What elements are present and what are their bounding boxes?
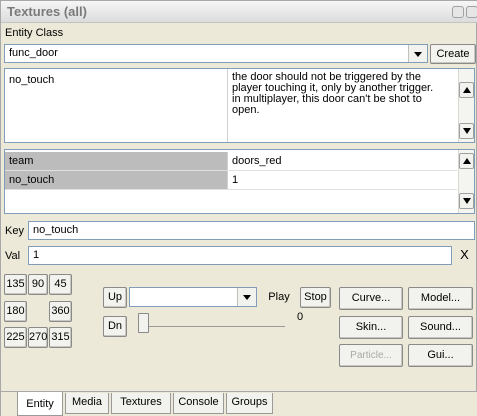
keyvalue-row[interactable]: team doors_red xyxy=(5,152,457,171)
tab-bar: Entity Media Textures Console Groups xyxy=(1,391,477,416)
keyvalue-key: team xyxy=(9,155,34,167)
up-button[interactable]: Up xyxy=(103,287,127,308)
clear-value-button[interactable]: X xyxy=(454,246,475,266)
spawnflag-name[interactable]: no_touch xyxy=(9,74,54,86)
entity-class-label: Entity Class xyxy=(5,27,64,39)
key-label: Key xyxy=(5,225,24,237)
tab-media[interactable]: Media xyxy=(65,393,109,414)
keyvalue-key-cell[interactable]: no_touch xyxy=(5,171,227,189)
spawnflags-list[interactable]: no_touch the door should not be triggere… xyxy=(4,68,475,143)
slider-thumb[interactable] xyxy=(138,313,149,333)
slider-track[interactable] xyxy=(149,326,285,327)
angle-180-button[interactable]: 180 xyxy=(4,301,27,322)
tab-console[interactable]: Console xyxy=(173,393,224,414)
scroll-up-button[interactable] xyxy=(459,153,474,169)
angle-135-button[interactable]: 135 xyxy=(4,274,27,295)
scroll-up-arrow-icon xyxy=(463,87,471,93)
angle-45-button[interactable]: 45 xyxy=(49,274,72,295)
entity-inspector-window: Textures (all) Entity Class func_door Cr… xyxy=(0,0,477,416)
curve-button[interactable]: Curve... xyxy=(339,287,403,310)
sound-select-dropdown-button[interactable] xyxy=(237,288,256,306)
angle-360-button[interactable]: 360 xyxy=(49,301,72,322)
tab-textures[interactable]: Textures xyxy=(111,393,171,414)
spawnflags-scrollbar[interactable] xyxy=(458,69,474,142)
skin-button[interactable]: Skin... xyxy=(339,316,403,339)
column-divider xyxy=(227,69,228,142)
entity-class-dropdown-button[interactable] xyxy=(408,45,427,62)
scroll-up-arrow-icon xyxy=(463,158,471,164)
scroll-down-arrow-icon xyxy=(463,128,471,134)
spawnflag-description: the door should not be triggered by the … xyxy=(232,71,434,116)
entity-class-dropdown[interactable]: func_door xyxy=(4,44,428,63)
keyvalue-key-cell[interactable]: team xyxy=(5,152,227,170)
gui-button[interactable]: Gui... xyxy=(408,344,473,367)
val-input-value: 1 xyxy=(33,249,40,261)
scroll-down-arrow-icon xyxy=(463,198,471,204)
scroll-up-button[interactable] xyxy=(459,82,474,98)
scroll-down-button[interactable] xyxy=(459,123,474,139)
play-button[interactable]: Play xyxy=(263,287,295,308)
down-button[interactable]: Dn xyxy=(103,316,127,337)
keyvalue-value-cell[interactable]: doors_red xyxy=(227,152,457,170)
sound-select[interactable] xyxy=(129,287,257,307)
model-button[interactable]: Model... xyxy=(408,287,473,310)
keyvalue-list[interactable]: team doors_red no_touch 1 xyxy=(4,149,475,214)
create-button[interactable]: Create xyxy=(430,44,476,64)
val-input[interactable]: 1 xyxy=(28,246,452,265)
particle-button[interactable]: Particle... xyxy=(339,344,403,367)
keyvalue-value-cell[interactable]: 1 xyxy=(227,171,457,189)
title-bar[interactable]: Textures (all) xyxy=(1,1,477,23)
keyvalue-key: no_touch xyxy=(9,174,55,186)
keyvalue-value: doors_red xyxy=(232,155,282,167)
key-input-value: no_touch xyxy=(33,224,79,236)
scroll-down-button[interactable] xyxy=(459,193,474,209)
key-input[interactable]: no_touch xyxy=(28,221,475,240)
close-icon[interactable] xyxy=(466,6,477,18)
angle-225-button[interactable]: 225 xyxy=(4,327,27,348)
keyvalue-row[interactable]: no_touch 1 xyxy=(5,171,457,190)
tab-groups[interactable]: Groups xyxy=(226,393,273,414)
stop-button[interactable]: Stop xyxy=(300,287,331,308)
angle-270-button[interactable]: 270 xyxy=(28,327,48,348)
slider-value: 0 xyxy=(297,311,304,323)
keyvalue-scrollbar[interactable] xyxy=(458,150,474,213)
sound-button[interactable]: Sound... xyxy=(408,316,473,339)
tab-entity[interactable]: Entity xyxy=(17,392,63,416)
keyvalue-value: 1 xyxy=(232,174,239,186)
angle-315-button[interactable]: 315 xyxy=(49,327,72,348)
minimize-icon[interactable] xyxy=(452,6,464,18)
val-label: Val xyxy=(5,250,21,262)
chevron-down-icon xyxy=(414,52,422,57)
angle-90-button[interactable]: 90 xyxy=(28,274,48,295)
window-title: Textures (all) xyxy=(7,4,87,19)
chevron-down-icon xyxy=(243,295,251,300)
entity-class-value: func_door xyxy=(9,47,58,59)
